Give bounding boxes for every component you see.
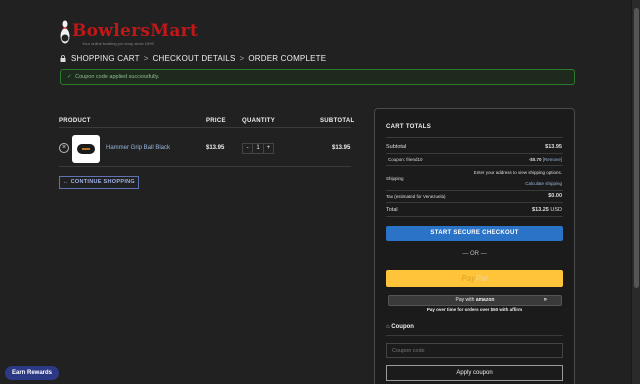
breadcrumb-shopping-cart[interactable]: SHOPPING CART [71, 54, 140, 63]
quantity-minus-button[interactable]: - [243, 144, 252, 153]
coupon-divider [386, 335, 563, 336]
product-price: $13.95 [206, 145, 225, 151]
shipping-label: Shipping [386, 176, 404, 181]
affirm-message: Pay over time for orders over $50 with a… [426, 307, 523, 312]
subtotal-value: $13.95 [545, 144, 562, 150]
scrollbar-thumb[interactable] [634, 8, 639, 288]
total-currency: USD [550, 207, 562, 213]
breadcrumb-checkout-details[interactable]: CHECKOUT DETAILS [153, 54, 236, 63]
coupon-code-input[interactable] [386, 343, 563, 358]
tag-icon: ⌂ [386, 324, 390, 330]
remove-item-button[interactable]: × [59, 143, 69, 153]
continue-shopping-button[interactable]: ← CONTINUE SHOPPING [59, 176, 139, 189]
or-divider: — OR — [462, 251, 487, 257]
row-divider [59, 166, 351, 167]
notice-text: Coupon code applied successfully. [75, 74, 160, 80]
grip-ball-image [77, 144, 95, 154]
page-scrollbar[interactable] [631, 0, 640, 384]
cart-totals-panel: CART TOTALS Subtotal $13.95 Coupon: frie… [374, 108, 575, 384]
brand-tagline: Your online bowling pro shop since 1999 [82, 41, 154, 46]
tax-label: Tax (estimated for Venezuela) [386, 194, 446, 199]
calculate-shipping-link[interactable]: Calculate shipping [525, 181, 562, 186]
coupon-discount: -$0.70 [Remove] [529, 157, 562, 162]
totals-divider [386, 165, 563, 166]
breadcrumb-separator: > [143, 54, 149, 63]
lock-icon [60, 55, 66, 62]
header-product: PRODUCT [59, 118, 91, 124]
paypal-logo-pay: Pay [461, 274, 476, 283]
start-secure-checkout-button[interactable]: START SECURE CHECKOUT [386, 226, 563, 241]
coupon-heading: ⌂ Coupon [386, 324, 414, 330]
earn-rewards-button[interactable]: Earn Rewards [5, 366, 59, 380]
remove-coupon-link[interactable]: [Remove] [543, 157, 562, 162]
shipping-note: Enter your address to view shipping opti… [473, 170, 562, 175]
check-icon: ✓ [67, 74, 72, 80]
amazon-logo: amazon [475, 297, 495, 303]
subtotal-label: Subtotal [386, 144, 407, 150]
totals-divider [386, 153, 563, 154]
amazon-pay-button[interactable]: Pay with amazon » [388, 295, 562, 306]
totals-divider [386, 216, 563, 217]
brand-name: BowlersMart [72, 21, 199, 41]
breadcrumb-order-complete: ORDER COMPLETE [248, 54, 327, 63]
totals-divider [386, 190, 563, 191]
quantity-input[interactable]: 1 [252, 144, 264, 153]
product-name-link[interactable]: Hammer Grip Ball Black [106, 145, 170, 151]
amazon-pay-prefix: Pay with [455, 297, 475, 303]
coupon-heading-label: Coupon [391, 324, 414, 330]
header-price: PRICE [206, 118, 226, 124]
paypal-logo-pal: Pal [475, 274, 488, 283]
total-amount: $13.25 USD [532, 207, 562, 213]
tax-value: $0.00 [548, 193, 562, 199]
coupon-success-notice: ✓ Coupon code applied successfully. [60, 69, 575, 85]
coupon-discount-value: -$0.70 [528, 157, 542, 162]
header-subtotal: SUBTOTAL [320, 118, 355, 124]
chevron-right-icon: » [543, 297, 547, 303]
checkout-breadcrumb: SHOPPING CART > CHECKOUT DETAILS > ORDER… [60, 54, 326, 63]
total-label: Total [386, 207, 398, 213]
breadcrumb-separator: > [239, 54, 245, 63]
coupon-code-label: Coupon: friend10 [388, 157, 423, 162]
product-subtotal: $13.95 [332, 145, 351, 151]
quantity-plus-button[interactable]: + [264, 144, 273, 153]
apply-coupon-button[interactable]: Apply coupon [386, 365, 563, 381]
product-thumbnail[interactable] [72, 135, 100, 163]
header-divider [59, 127, 351, 128]
quantity-stepper[interactable]: - 1 + [242, 143, 274, 154]
total-value: $13.25 [532, 207, 549, 213]
paypal-button[interactable]: PayPal [386, 270, 563, 287]
totals-divider [386, 202, 563, 203]
header-quantity: QUANTITY [242, 118, 276, 124]
cart-totals-heading: CART TOTALS [386, 124, 432, 130]
totals-divider [386, 137, 563, 138]
bowling-pin-icon [60, 20, 70, 44]
site-logo[interactable]: BowlersMart Your online bowling pro shop… [60, 20, 198, 46]
